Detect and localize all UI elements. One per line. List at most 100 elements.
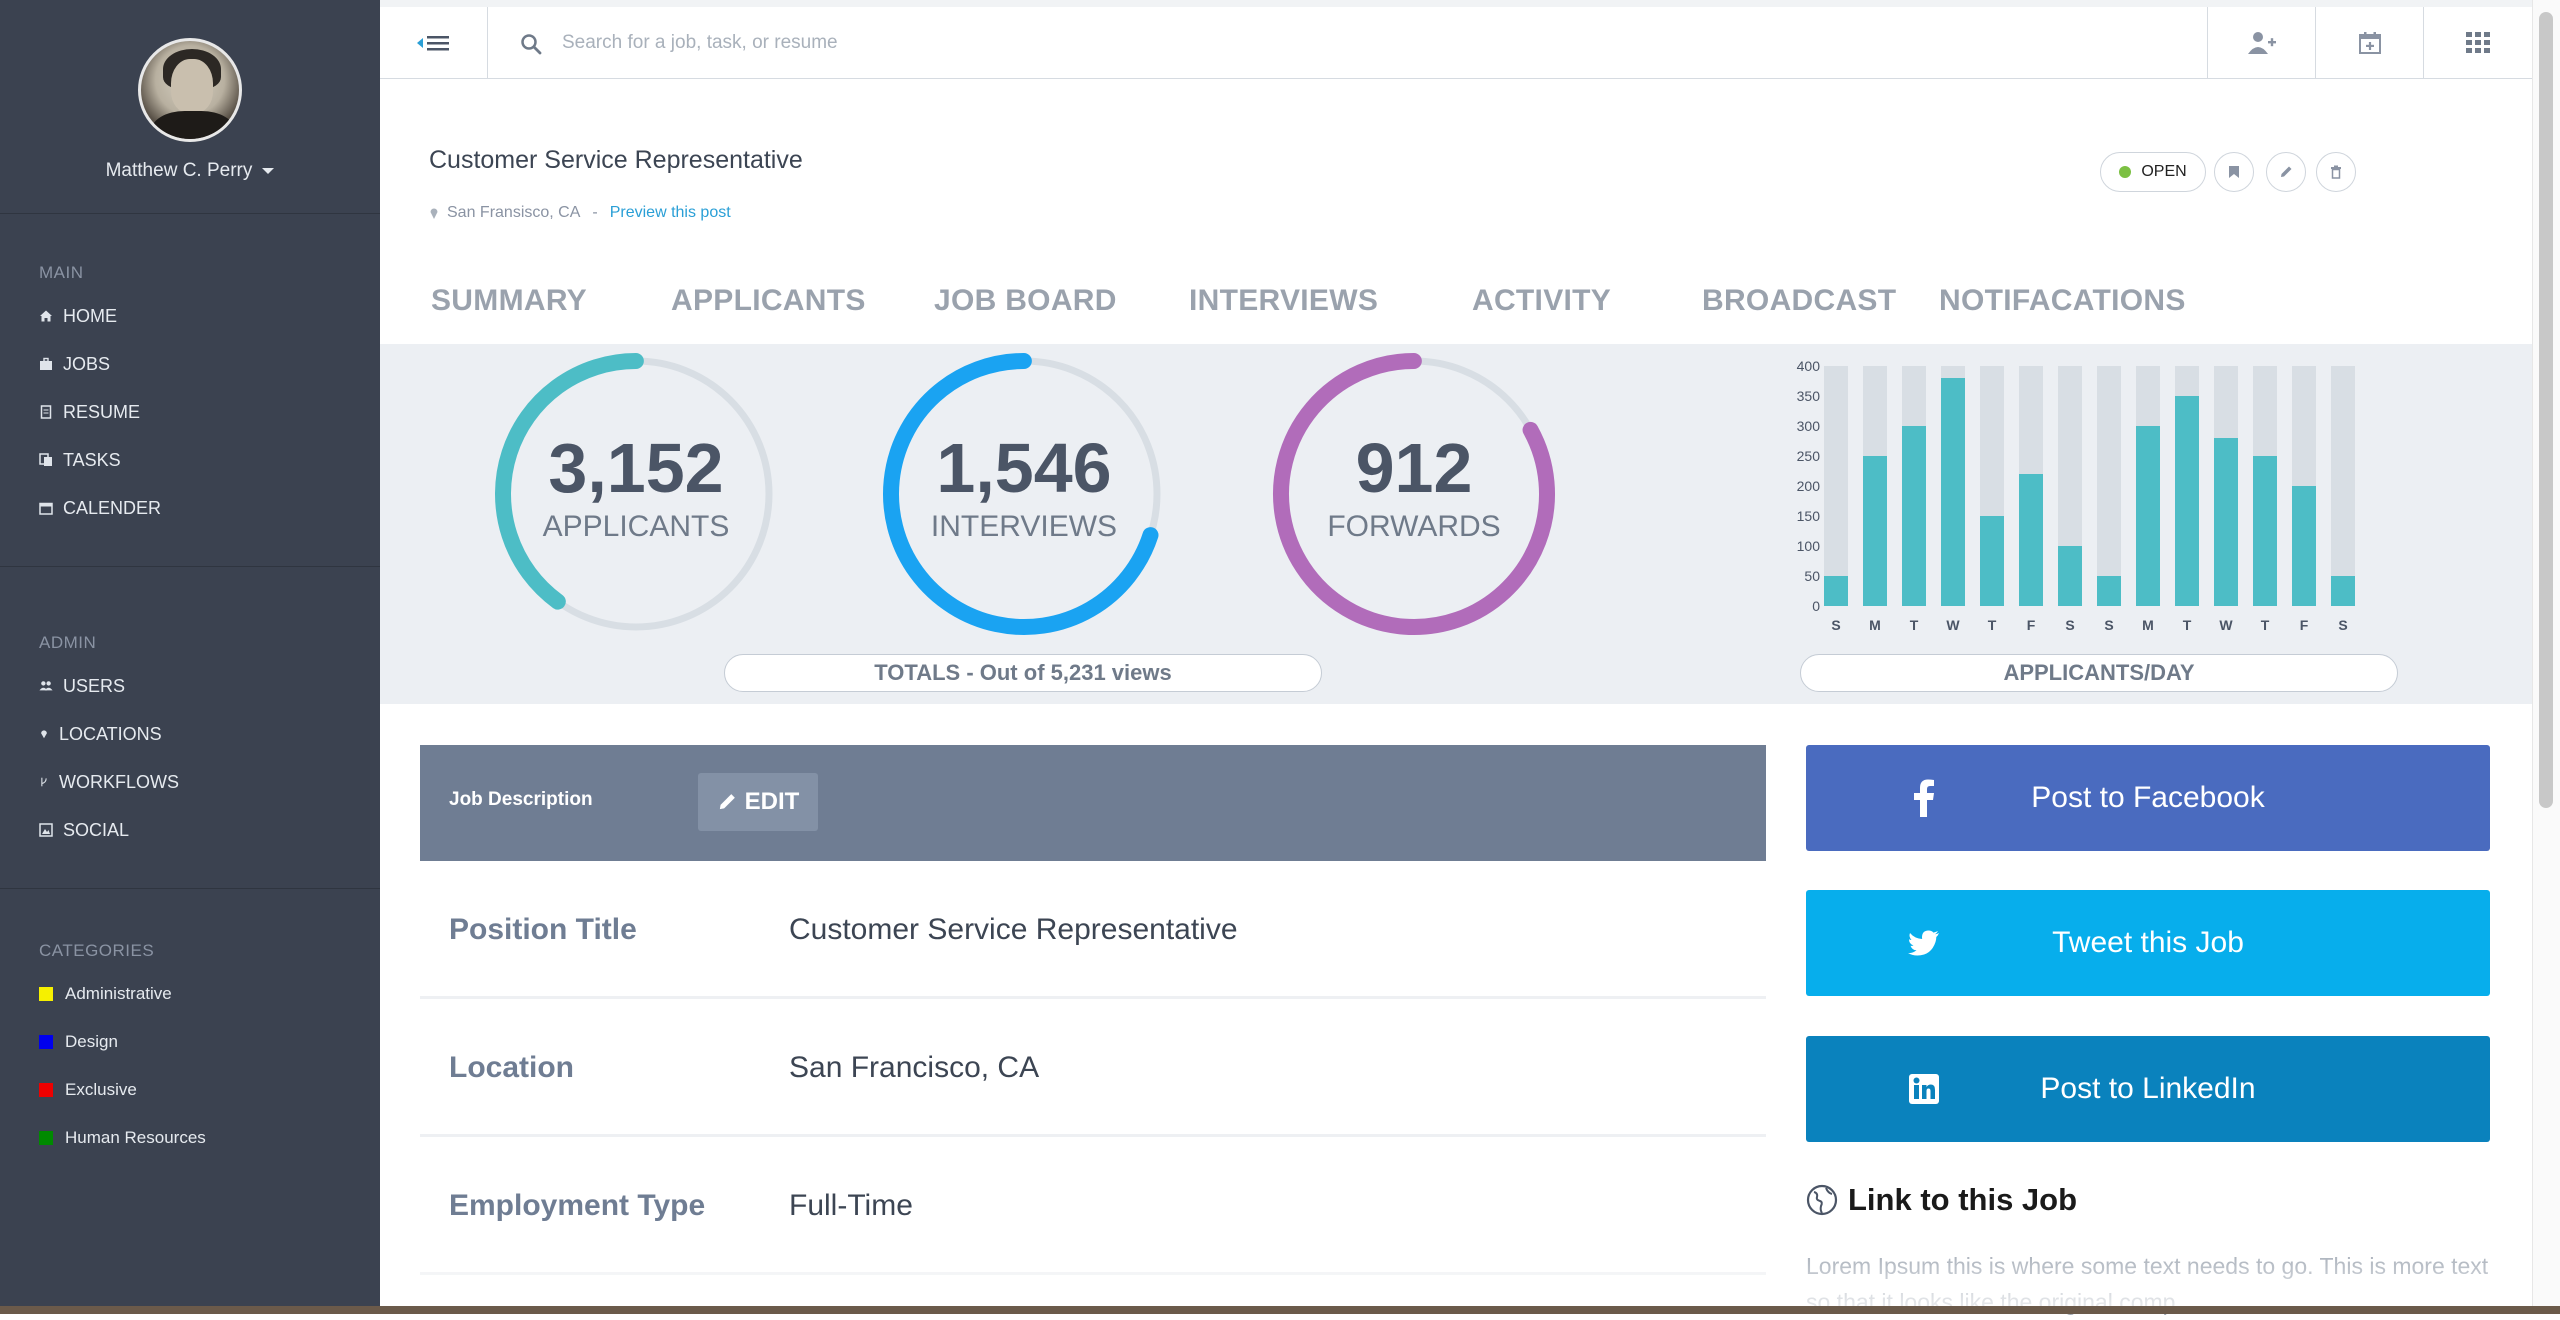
calendar-add-icon [2358,32,2381,54]
search-icon [521,34,542,55]
detail-key: Position Title [449,913,637,946]
divider [0,888,380,889]
sidebar-item-label: SOCIAL [63,819,130,840]
category-label: Design [65,1032,118,1051]
sidebar-item-tasks[interactable]: TASKS [0,436,380,484]
category-administrative[interactable]: Administrative [0,970,380,1018]
x-tick-label: S [2065,617,2074,633]
share-label: Post to Facebook [2031,781,2265,814]
preview-post-link[interactable]: Preview this post [610,204,731,222]
sidebar: Matthew C. Perry MAIN HOME JOBS RESUME T… [0,0,380,1314]
sidebar-item-calender[interactable]: CALENDER [0,484,380,532]
y-tick-label: 50 [1804,568,1820,584]
nav-heading-admin: ADMIN [39,633,97,652]
bar [1941,378,1965,606]
detail-row-employment-type: Employment Type Full-Time [420,1137,1766,1275]
add-event-button[interactable] [2315,7,2423,79]
x-tick-label: S [2338,617,2347,633]
ring-value: 1,546 [936,429,1112,507]
bar [2175,396,2199,606]
add-user-button[interactable] [2207,7,2315,79]
tab-job-board[interactable]: JOB BOARD [934,284,1117,318]
main-nav: MAIN HOME JOBS RESUME TASKS CALENDER [0,258,380,532]
edit-job-button[interactable] [2266,152,2306,192]
detail-value: Customer Service Representative [789,913,1238,946]
detail-key: Employment Type [449,1189,706,1222]
y-tick-label: 150 [1797,508,1821,524]
sidebar-item-label: HOME [63,305,117,326]
bar [1902,426,1926,606]
workflow-icon [41,777,47,787]
nav-heading-categories: CATEGORIES [39,941,155,960]
y-tick-label: 0 [1812,598,1820,614]
sidebar-item-label: USERS [63,675,126,696]
tab-interviews[interactable]: INTERVIEWS [1189,284,1378,318]
bar [2292,486,2316,606]
avatar[interactable] [138,38,242,142]
sidebar-item-resume[interactable]: RESUME [0,388,380,436]
grid-icon [2465,32,2490,53]
stats-panel: 3,152 APPLICANTS 1,546 INTERVIEWS 912 FO… [380,344,2532,704]
bar [2214,438,2238,606]
delete-job-button[interactable] [2316,152,2356,192]
detail-value: San Francisco, CA [789,1051,1040,1084]
user-menu[interactable]: Matthew C. Perry [0,160,380,182]
bar [2019,474,2043,606]
sidebar-item-home[interactable]: HOME [0,292,380,340]
scrollbar-thumb[interactable] [2539,12,2553,808]
category-swatch [39,1083,53,1097]
x-tick-label: M [1869,617,1881,633]
status-label: OPEN [2141,163,2187,180]
sidebar-item-workflows[interactable]: WORKFLOWS [0,758,380,806]
detail-value: Full-Time [789,1189,913,1222]
sidebar-item-social[interactable]: SOCIAL [0,806,380,854]
bar [1863,456,1887,606]
bookmark-button[interactable] [2214,152,2254,192]
apps-grid-button[interactable] [2423,7,2531,79]
scrollbar[interactable] [2532,0,2560,1314]
ring-value: 912 [1355,429,1473,507]
ring-label: FORWARDS [1327,510,1501,543]
tab-notifications[interactable]: NOTIFACATIONS [1939,284,2186,318]
bookmark-icon [2229,166,2239,178]
x-tick-label: S [1831,617,1840,633]
tweet-job-button[interactable]: Tweet this Job [1806,890,2490,996]
totals-label: TOTALS - Out of 5,231 views [724,654,1322,692]
search-input[interactable] [562,25,2162,61]
category-human-resources[interactable]: Human Resources [0,1114,380,1162]
y-tick-label: 200 [1797,478,1821,494]
post-to-facebook-button[interactable]: Post to Facebook [1806,745,2490,851]
toggle-sidebar-button[interactable] [380,7,488,79]
x-tick-label: W [2219,617,2233,633]
edit-button[interactable]: EDIT [698,773,818,831]
tab-broadcast[interactable]: BROADCAST [1702,284,1896,318]
post-to-linkedin-button[interactable]: Post to LinkedIn [1806,1036,2490,1142]
category-swatch [39,987,53,1001]
bar-track [2097,366,2121,606]
bar [1980,516,2004,606]
category-label: Exclusive [65,1080,137,1099]
window-top-strip [380,0,2532,7]
add-user-icon [2247,32,2276,54]
applicants-per-day-chart: 400350300250200150100500S M T W T F S S M T W T F S [1797,358,2355,633]
share-label: Tweet this Job [2052,926,2244,959]
calendar-icon [39,502,53,515]
tab-summary[interactable]: SUMMARY [431,284,587,318]
status-badge[interactable]: OPEN [2100,152,2206,192]
chevron-down-icon [262,167,275,174]
status-dot [2119,166,2132,178]
y-tick-label: 100 [1797,538,1821,554]
ring-forwards: 912 FORWARDS [1264,344,1564,644]
x-tick-label: T [2183,617,2192,633]
tab-activity[interactable]: ACTIVITY [1472,284,1611,318]
sidebar-item-users[interactable]: USERS [0,662,380,710]
sidebar-item-locations[interactable]: LOCATIONS [0,710,380,758]
sidebar-item-label: WORKFLOWS [59,771,179,792]
tab-applicants[interactable]: APPLICANTS [671,284,866,318]
globe-icon [1806,1184,1838,1216]
category-design[interactable]: Design [0,1018,380,1066]
category-exclusive[interactable]: Exclusive [0,1066,380,1114]
x-tick-label: W [1946,617,1960,633]
sidebar-item-jobs[interactable]: JOBS [0,340,380,388]
x-tick-label: T [2261,617,2270,633]
